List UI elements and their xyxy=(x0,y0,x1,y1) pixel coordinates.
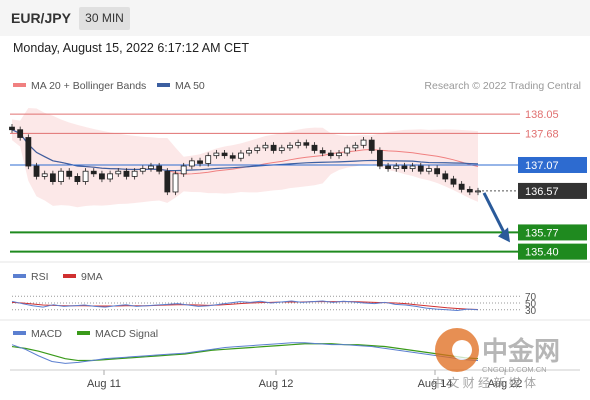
x-label-0: Aug 11 xyxy=(87,378,121,390)
candle-body xyxy=(205,155,212,164)
forecast-arrow-shaft xyxy=(482,192,508,238)
candle-body xyxy=(66,170,73,177)
candle-2 xyxy=(25,134,32,170)
candle-body xyxy=(319,150,326,154)
candle-body xyxy=(417,165,424,172)
candle-body xyxy=(426,168,432,172)
candle-body xyxy=(303,142,310,146)
candle-body xyxy=(172,173,179,193)
candle-body xyxy=(278,147,285,151)
candle-body xyxy=(262,144,269,149)
level-label-4: 135.77 xyxy=(525,227,559,239)
candle-body xyxy=(33,165,40,177)
candle-19 xyxy=(164,168,171,196)
watermark: 中金网CNGOLD.COM.CN中 文 财 经 新 媒 体 xyxy=(432,328,560,390)
candle-body xyxy=(131,170,138,177)
candle-body xyxy=(287,144,293,149)
candle-body xyxy=(164,170,171,193)
candle-body xyxy=(74,176,81,182)
candle-body xyxy=(213,152,220,157)
candle-body xyxy=(458,183,465,190)
candle-body xyxy=(409,165,416,170)
candle-body xyxy=(442,173,449,180)
candle-body xyxy=(115,170,122,175)
candle-body xyxy=(123,170,130,177)
candle-body xyxy=(41,173,48,177)
candle-body xyxy=(311,144,318,151)
candle-body xyxy=(156,165,163,172)
candle-body xyxy=(107,173,114,180)
level-label-5: 135.40 xyxy=(525,247,559,259)
candle-body xyxy=(148,165,154,170)
candle-body xyxy=(360,139,367,146)
candle-body xyxy=(238,152,244,159)
candle-body xyxy=(180,165,187,175)
candle-body xyxy=(49,173,56,182)
candle-body xyxy=(9,126,15,131)
candle-body xyxy=(254,147,261,151)
candle-body xyxy=(327,152,334,157)
watermark-tagline: 中 文 财 经 新 媒 体 xyxy=(432,375,536,390)
candle-body xyxy=(368,139,375,151)
candle-45 xyxy=(376,147,383,170)
level-label-2: 137.07 xyxy=(525,160,559,172)
candle-body xyxy=(352,144,359,149)
watermark-domain: CNGOLD.COM.CN xyxy=(482,365,547,374)
candle-body xyxy=(229,155,236,159)
candle-body xyxy=(475,190,481,193)
candle-body xyxy=(336,152,342,157)
watermark-logo-inner xyxy=(452,340,472,360)
candle-body xyxy=(401,165,408,170)
candle-body xyxy=(58,170,64,182)
rsi-level-label-2: 30 xyxy=(525,306,537,317)
candle-body xyxy=(246,150,252,154)
candle-body xyxy=(376,150,383,167)
candle-body xyxy=(344,147,351,154)
candle-body xyxy=(25,137,32,167)
candle-body xyxy=(221,152,228,157)
level-label-3: 136.57 xyxy=(525,186,559,198)
candle-body xyxy=(385,165,391,170)
level-label-1: 137.68 xyxy=(525,128,559,140)
candle-body xyxy=(82,170,89,182)
candle-body xyxy=(270,144,277,151)
watermark-name: 中金网 xyxy=(482,336,560,366)
candle-20 xyxy=(172,170,179,196)
level-label-0: 138.05 xyxy=(525,109,559,121)
candle-body xyxy=(90,170,97,175)
price-chart: 138.05137.68137.07136.57135.77135.407050… xyxy=(0,108,590,390)
candle-body xyxy=(197,160,203,164)
candle-body xyxy=(17,129,24,138)
candle-body xyxy=(393,165,400,170)
candle-body xyxy=(466,188,473,193)
candle-body xyxy=(295,142,302,146)
candle-body xyxy=(450,178,457,185)
candle-body xyxy=(99,173,105,180)
bollinger-band xyxy=(12,108,478,208)
x-label-1: Aug 12 xyxy=(259,378,294,390)
candle-body xyxy=(434,168,441,175)
candle-body xyxy=(188,160,195,167)
candle-body xyxy=(139,168,146,172)
